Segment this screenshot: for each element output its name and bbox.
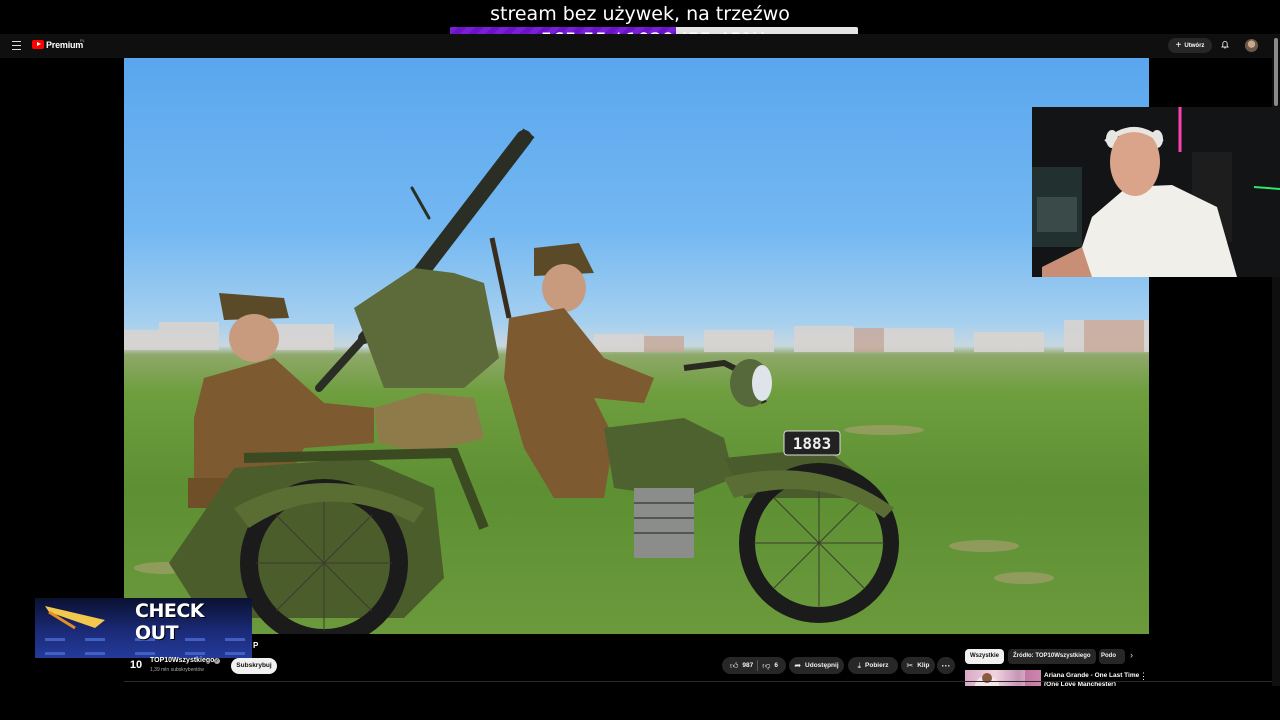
video-title: P	[253, 641, 259, 650]
like-count[interactable]: 987	[742, 662, 753, 669]
more-actions-button[interactable]: ···	[937, 657, 955, 674]
check-out-text: CHECK OUT	[135, 600, 205, 644]
create-button[interactable]: + Utwórz	[1168, 38, 1212, 53]
youtube-topbar	[0, 34, 1272, 58]
create-label: Utwórz	[1184, 42, 1205, 49]
channel-avatar[interactable]: 10	[128, 657, 144, 673]
notifications-bell-icon[interactable]	[1221, 40, 1229, 49]
video-frame-image: 1883	[124, 128, 1149, 634]
share-icon: ➦	[794, 661, 802, 670]
thumbs-down-icon[interactable]: 👎︎	[762, 661, 770, 671]
bottom-bar	[0, 686, 1280, 720]
video-player[interactable]: 1883	[124, 58, 1149, 634]
menu-icon[interactable]	[12, 41, 21, 50]
clip-label: Klip	[917, 662, 930, 669]
license-plate: 1883	[793, 434, 832, 453]
verified-check-icon: ✓	[214, 658, 220, 664]
subscribe-button[interactable]: Subskrybuj	[231, 658, 277, 674]
streamer-webcam	[1032, 107, 1280, 277]
chip-similar[interactable]: Podo	[1099, 649, 1125, 664]
chip-source-channel[interactable]: Źródło: TOP10Wszystkiego	[1008, 649, 1096, 664]
download-icon: ⤓	[857, 660, 862, 670]
scissors-icon: ✂	[906, 661, 914, 670]
divider	[124, 681, 1272, 682]
thumbs-up-icon[interactable]: 👍︎	[730, 661, 738, 671]
plus-icon: +	[1175, 39, 1182, 51]
channel-name[interactable]: TOP10Wszystkiego	[150, 657, 214, 664]
share-label: Udostępnij	[805, 662, 839, 669]
recommended-thumbnail[interactable]	[965, 670, 1041, 686]
youtube-logo-icon[interactable]	[32, 40, 44, 49]
recommended-title[interactable]: Ariana Grande - One Last Time	[1044, 672, 1139, 679]
webcam-image	[1032, 107, 1280, 277]
download-label: Pobierz	[865, 662, 889, 669]
avatar[interactable]	[1245, 39, 1258, 52]
dislike-count[interactable]: 6	[774, 662, 778, 669]
download-button[interactable]: ⤓ Pobierz	[848, 657, 898, 674]
share-button[interactable]: ➦ Udostępnij	[789, 657, 844, 674]
promo-overlay: CHECK OUT	[35, 598, 252, 658]
thumbnail-image	[975, 670, 1041, 686]
premium-logo-text[interactable]: Premium	[46, 40, 83, 50]
scrollbar-thumb[interactable]	[1274, 38, 1278, 106]
divider	[757, 660, 759, 671]
clip-button[interactable]: ✂ Klip	[901, 657, 935, 674]
like-dislike-group: 👍︎ 987 👎︎ 6	[722, 657, 786, 674]
subscriber-count: 1,39 mln subskrybentów	[150, 667, 204, 673]
country-code: PL	[80, 38, 85, 43]
stream-title: stream bez używek, na trzeźwo	[490, 3, 790, 25]
chip-all[interactable]: Wszystkie	[965, 649, 1005, 664]
chevron-right-icon[interactable]: ›	[1130, 650, 1133, 660]
